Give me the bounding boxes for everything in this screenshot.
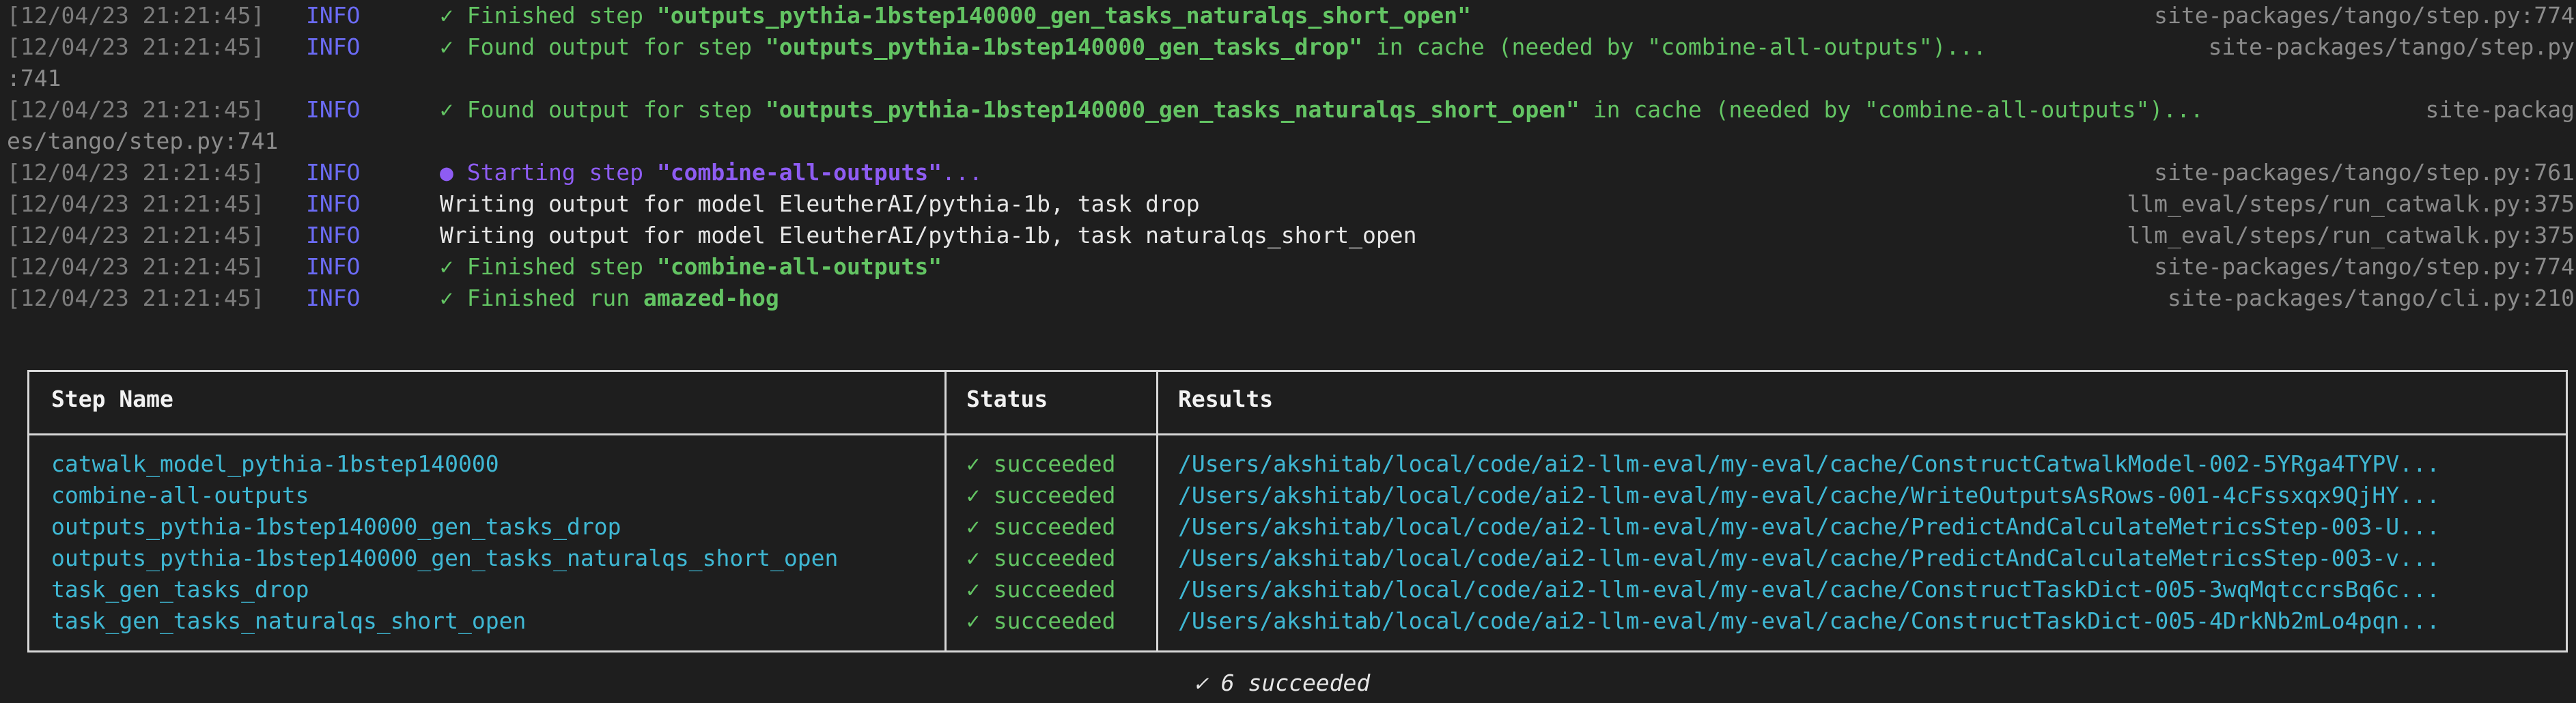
log-level: INFO [306,159,361,186]
log-line: [12/04/23 21:21:45] INFO Writing output fo… [0,188,2576,220]
log-timestamp: [12/04/23 21:21:45] [7,190,265,217]
column-divider [944,372,947,650]
log-message-highlight: "outputs_pythia-1bstep140000_gen_tasks_d… [765,33,1363,60]
results-table: Step Name Status Results catwalk_model_p… [27,370,2568,652]
log-timestamp: [12/04/23 21:21:45] [7,2,265,29]
log-line: es/tango/step.py:741 [0,126,2576,157]
log-timestamp: [12/04/23 21:21:45] [7,96,265,123]
log-message: ✓ Finished step "outputs_pythia-1bstep14… [440,0,1471,31]
log-source: llm_eval/steps/run_catwalk.py:375 [2127,222,2575,248]
log-continuation: es/tango/step.py:741 [7,128,279,154]
table-cell-step: outputs_pythia-1bstep140000_gen_tasks_na… [51,545,839,571]
header-results: Results [1178,386,1274,412]
log-message-text: Writing output for model EleutherAI/pyth… [440,190,1200,217]
log-message-highlight: "combine-all-outputs" [656,159,942,186]
table-cell-status: ✓ succeeded [966,450,1116,477]
summary-text: ✓ 6 succeeded [1194,670,1371,696]
log-message: ✓ Found output for step "outputs_pythia-… [440,31,1987,63]
log-message-highlight: amazed-hog [643,285,779,311]
log-level: INFO [306,2,361,29]
table-cell-step: task_gen_tasks_drop [51,576,309,603]
log-source: site-packages/tango/step.py:774 [2154,2,2575,29]
table-cell-result[interactable]: /Users/akshitab/local/code/ai2-llm-eval/… [1178,605,2440,637]
log-source: site-packages/tango/step.py [2208,33,2575,60]
log-message-suffix: in cache (needed by "combine-all-outputs… [1362,33,1987,60]
log-message-highlight: "outputs_pythia-1bstep140000_gen_tasks_n… [765,96,1580,123]
table-cell-step: catwalk_model_pythia-1bstep140000 [51,450,499,477]
table-cell-result[interactable]: /Users/akshitab/local/code/ai2-llm-eval/… [1178,511,2440,543]
log-level: INFO [306,253,361,280]
log-level: INFO [306,285,361,311]
log-message: ✓ Finished run amazed-hog [440,283,779,314]
log-source: llm_eval/steps/run_catwalk.py:375 [2127,190,2575,217]
log-message-text: ✓ Finished step [440,2,657,29]
log-level: INFO [306,33,361,60]
log-message: ✓ Finished step "combine-all-outputs" [440,251,942,283]
step-name-column: catwalk_model_pythia-1bstep140000combine… [51,448,838,637]
log-line: [12/04/23 21:21:45] INFO ✓ Found output fo… [0,31,2576,63]
log-line: [12/04/23 21:21:45] INFO ✓ Finished run am… [0,283,2576,314]
header-divider [29,433,2566,435]
log-message-text: ✓ Found output for step [440,33,766,60]
log-message-text: ✓ Finished step [440,253,657,280]
log-continuation: :741 [7,65,61,91]
table-cell-result[interactable]: /Users/akshitab/local/code/ai2-llm-eval/… [1178,574,2440,605]
log-message-highlight: "outputs_pythia-1bstep140000_gen_tasks_n… [656,2,1471,29]
log-line: [12/04/23 21:21:45] INFO ✓ Found output fo… [0,94,2576,126]
log-line: [12/04/23 21:21:45] INFO ● Starting step "… [0,157,2576,188]
log-line: [12/04/23 21:21:45] INFO Writing output fo… [0,220,2576,251]
table-cell-status: ✓ succeeded [966,576,1116,603]
log-message: Writing output for model EleutherAI/pyth… [440,188,1200,220]
log-line: [12/04/23 21:21:45] INFO ✓ Finished step "… [0,0,2576,31]
header-step-name: Step Name [51,386,173,412]
log-timestamp: [12/04/23 21:21:45] [7,285,265,311]
table-cell-result[interactable]: /Users/akshitab/local/code/ai2-llm-eval/… [1178,480,2440,511]
log-message-text: Writing output for model EleutherAI/pyth… [440,222,1417,248]
log-message-suffix: in cache (needed by "combine-all-outputs… [1579,96,2204,123]
log-message-text: ✓ Finished run [440,285,644,311]
log-message: ● Starting step "combine-all-outputs"... [440,157,983,188]
log-timestamp: [12/04/23 21:21:45] [7,222,265,248]
log-timestamp: [12/04/23 21:21:45] [7,253,265,280]
log-level: INFO [306,190,361,217]
column-divider [1156,372,1158,650]
table-cell-status: ✓ succeeded [966,545,1116,571]
header-status: Status [966,386,1048,412]
log-level: INFO [306,222,361,248]
table-cell-status: ✓ succeeded [966,607,1116,634]
log-output: [12/04/23 21:21:45] INFO ✓ Finished step "… [0,0,2576,314]
log-source: site-packages/tango/step.py:761 [2154,159,2575,186]
log-message-text: ● Starting step [440,159,657,186]
log-message-suffix: ... [942,159,983,186]
results-column: /Users/akshitab/local/code/ai2-llm-eval/… [1178,448,2440,637]
status-column: ✓ succeeded ✓ succeeded ✓ succeeded ✓ succe… [966,448,1116,637]
table-cell-step: task_gen_tasks_naturalqs_short_open [51,607,527,634]
log-source: site-packages/tango/cli.py:210 [2167,285,2575,311]
log-message: Writing output for model EleutherAI/pyth… [440,220,1416,251]
log-message-highlight: "combine-all-outputs" [656,253,942,280]
table-cell-step: combine-all-outputs [51,482,309,508]
log-timestamp: [12/04/23 21:21:45] [7,159,265,186]
table-cell-status: ✓ succeeded [966,482,1116,508]
table-cell-status: ✓ succeeded [966,513,1116,540]
log-level: INFO [306,96,361,123]
log-line: :741 [0,63,2576,94]
table-cell-result[interactable]: /Users/akshitab/local/code/ai2-llm-eval/… [1178,448,2440,480]
log-timestamp: [12/04/23 21:21:45] [7,33,265,60]
log-line: [12/04/23 21:21:45] INFO ✓ Finished step "… [0,251,2576,283]
log-source: site-packag [2425,96,2575,123]
table-cell-step: outputs_pythia-1bstep140000_gen_tasks_dr… [51,513,621,540]
log-message-text: ✓ Found output for step [440,96,766,123]
log-message: ✓ Found output for step "outputs_pythia-… [440,94,2204,126]
log-source: site-packages/tango/step.py:774 [2154,253,2575,280]
table-cell-result[interactable]: /Users/akshitab/local/code/ai2-llm-eval/… [1178,543,2440,574]
